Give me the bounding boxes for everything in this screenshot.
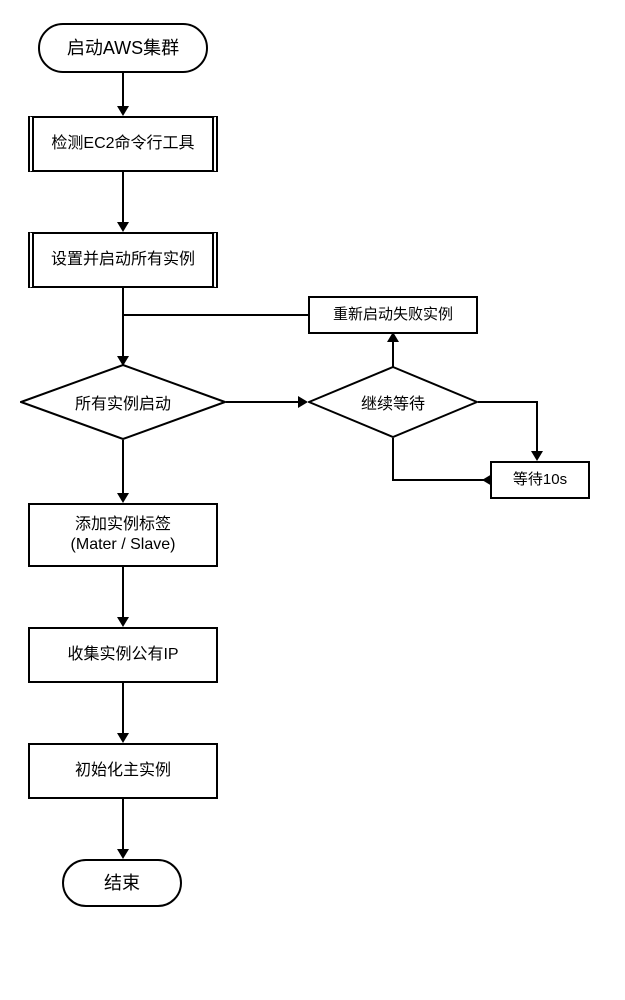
- connector: [392, 340, 394, 368]
- connector: [122, 73, 124, 108]
- connector: [122, 288, 124, 358]
- connector: [393, 479, 491, 481]
- start-label: 启动AWS集群: [67, 37, 179, 60]
- step-detect-label: 检测EC2命令行工具: [51, 134, 194, 154]
- arrowhead: [117, 493, 129, 503]
- arrowhead: [298, 396, 308, 408]
- connector: [392, 438, 394, 481]
- decision-all-started: 所有实例启动: [20, 364, 226, 440]
- connector: [122, 683, 124, 735]
- step-setup-launch: 设置并启动所有实例: [28, 232, 218, 288]
- wait-label: 等待10s: [513, 471, 567, 490]
- connector: [226, 401, 300, 403]
- step-retry-failed: 重新启动失败实例: [308, 296, 478, 334]
- arrowhead: [117, 849, 129, 859]
- retry-label: 重新启动失败实例: [333, 306, 453, 325]
- step4-label: 收集实例公有IP: [67, 645, 178, 665]
- arrowhead: [117, 222, 129, 232]
- step-setup-label: 设置并启动所有实例: [51, 250, 195, 270]
- step3-line2: (Mater / Slave): [71, 535, 176, 555]
- step5-label: 初始化主实例: [75, 761, 171, 781]
- end-label: 结束: [104, 872, 140, 895]
- step-add-tags: 添加实例标签 (Mater / Slave): [28, 503, 218, 567]
- start-terminator: 启动AWS集群: [38, 23, 208, 73]
- step-collect-ip: 收集实例公有IP: [28, 627, 218, 683]
- arrowhead: [117, 617, 129, 627]
- decision-continue-wait: 继续等待: [308, 366, 478, 438]
- step-detect-ec2: 检测EC2命令行工具: [28, 116, 218, 172]
- end-terminator: 结束: [62, 859, 182, 907]
- connector: [536, 401, 538, 453]
- connector: [122, 799, 124, 851]
- connector: [478, 401, 538, 403]
- connector: [122, 567, 124, 619]
- step-init-master: 初始化主实例: [28, 743, 218, 799]
- step3-line1: 添加实例标签: [71, 515, 176, 535]
- connector: [122, 440, 124, 495]
- arrowhead: [531, 451, 543, 461]
- connector: [124, 314, 310, 316]
- arrowhead: [117, 106, 129, 116]
- arrowhead: [117, 733, 129, 743]
- flowchart-canvas: 启动AWS集群 检测EC2命令行工具 设置并启动所有实例 所有实例启动 继续等待…: [0, 0, 625, 1000]
- arrowhead: [482, 474, 492, 486]
- connector: [122, 172, 124, 224]
- step-wait-10s: 等待10s: [490, 461, 590, 499]
